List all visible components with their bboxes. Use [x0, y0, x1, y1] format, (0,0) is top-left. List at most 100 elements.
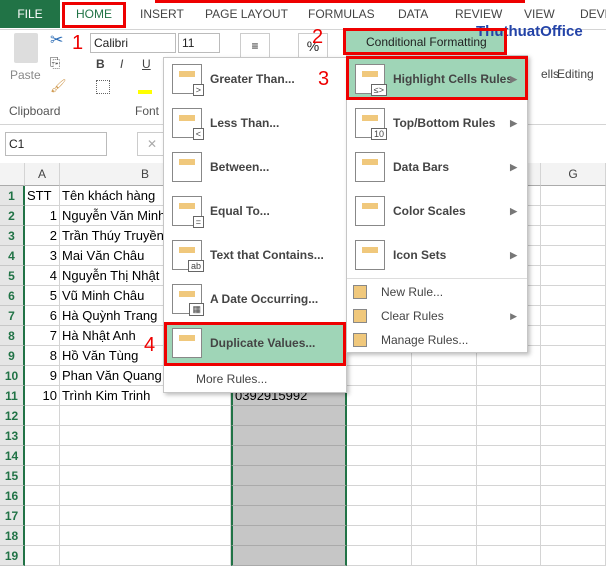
cell-E[interactable]: [412, 426, 477, 446]
menu-item-new-rule[interactable]: New Rule...: [347, 280, 527, 304]
cell-D[interactable]: [347, 466, 412, 486]
cell-G[interactable]: [541, 206, 606, 226]
menu-item-icon-sets[interactable]: Icon Sets ▶: [347, 234, 527, 276]
cell-a[interactable]: [25, 466, 60, 486]
cell-F[interactable]: [477, 426, 541, 446]
tab-formulas[interactable]: FORMULAS: [308, 7, 375, 21]
row-header[interactable]: 5: [0, 266, 25, 286]
row-header[interactable]: 12: [0, 406, 25, 426]
align-icon[interactable]: ≡: [240, 33, 270, 59]
cell-D[interactable]: [347, 386, 412, 406]
cell-E[interactable]: [412, 526, 477, 546]
cell-b[interactable]: [60, 426, 231, 446]
cell-E[interactable]: [412, 466, 477, 486]
menu-item-text-that-contains[interactable]: ab Text that Contains...: [164, 234, 346, 276]
cell-b[interactable]: [60, 406, 231, 426]
cell-a[interactable]: [25, 406, 60, 426]
row-header[interactable]: 8: [0, 326, 25, 346]
underline-button[interactable]: U: [142, 57, 151, 71]
format-painter-icon[interactable]: 🖌: [50, 78, 67, 94]
cell-b[interactable]: [60, 446, 231, 466]
bold-button[interactable]: B: [96, 57, 105, 71]
cell-b[interactable]: [60, 526, 231, 546]
select-all-corner[interactable]: [0, 163, 25, 186]
row-header[interactable]: 10: [0, 366, 25, 386]
cell-E[interactable]: [412, 506, 477, 526]
cell-b[interactable]: [60, 466, 231, 486]
tab-page-layout[interactable]: PAGE LAYOUT: [205, 7, 288, 21]
cell-c[interactable]: [231, 526, 347, 546]
cell-a[interactable]: [25, 426, 60, 446]
menu-item-highlight-cells-rules[interactable]: ≤> Highlight Cells Rules ▶: [347, 58, 527, 100]
cell-D[interactable]: [347, 546, 412, 566]
row-header[interactable]: 15: [0, 466, 25, 486]
cell-b[interactable]: [60, 486, 231, 506]
row-header[interactable]: 13: [0, 426, 25, 446]
column-header-A[interactable]: A: [25, 163, 60, 186]
tab-developer[interactable]: DEVE: [580, 7, 606, 21]
cell-a[interactable]: 9: [25, 366, 60, 386]
cell-F[interactable]: [477, 366, 541, 386]
cut-icon[interactable]: ✂: [50, 30, 63, 50]
cell-b[interactable]: [60, 546, 231, 566]
row-header[interactable]: 11: [0, 386, 25, 406]
cell-E[interactable]: [412, 486, 477, 506]
menu-item-a-date-occurring[interactable]: ▦ A Date Occurring...: [164, 278, 346, 320]
cell-F[interactable]: [477, 486, 541, 506]
borders-icon[interactable]: [96, 80, 110, 94]
menu-item-less-than[interactable]: < Less Than...: [164, 102, 346, 144]
cell-G[interactable]: [541, 246, 606, 266]
cell-D[interactable]: [347, 366, 412, 386]
cell-a[interactable]: [25, 526, 60, 546]
menu-item-clear-rules[interactable]: Clear Rules ▶: [347, 304, 527, 328]
cell-c[interactable]: [231, 426, 347, 446]
cell-E[interactable]: [412, 406, 477, 426]
menu-item-top-bottom-rules[interactable]: 10 Top/Bottom Rules ▶: [347, 102, 527, 144]
tab-home[interactable]: HOME: [76, 7, 112, 21]
cell-a[interactable]: [25, 486, 60, 506]
cell-c[interactable]: [231, 406, 347, 426]
column-header-G[interactable]: G: [541, 163, 606, 186]
cell-a[interactable]: 3: [25, 246, 60, 266]
cell-E[interactable]: [412, 386, 477, 406]
cell-c[interactable]: [231, 446, 347, 466]
row-header[interactable]: 19: [0, 546, 25, 566]
menu-item-color-scales[interactable]: Color Scales ▶: [347, 190, 527, 232]
tab-review[interactable]: REVIEW: [455, 7, 502, 21]
italic-button[interactable]: I: [120, 57, 123, 71]
menu-item-data-bars[interactable]: Data Bars ▶: [347, 146, 527, 188]
cell-c[interactable]: [231, 546, 347, 566]
cell-D[interactable]: [347, 426, 412, 446]
cell-G[interactable]: [541, 286, 606, 306]
tab-insert[interactable]: INSERT: [140, 7, 184, 21]
tab-view[interactable]: VIEW: [524, 7, 555, 21]
cell-E[interactable]: [412, 446, 477, 466]
row-header[interactable]: 1: [0, 186, 25, 206]
cell-F[interactable]: [477, 526, 541, 546]
row-header[interactable]: 9: [0, 346, 25, 366]
row-header[interactable]: 14: [0, 446, 25, 466]
cell-a[interactable]: [25, 446, 60, 466]
paste-icon[interactable]: [14, 33, 38, 63]
cell-G[interactable]: [541, 446, 606, 466]
cell-a[interactable]: STT: [25, 186, 60, 206]
cell-G[interactable]: [541, 226, 606, 246]
menu-item-manage-rules[interactable]: Manage Rules...: [347, 328, 527, 352]
cell-G[interactable]: [541, 366, 606, 386]
row-header[interactable]: 17: [0, 506, 25, 526]
cell-G[interactable]: [541, 526, 606, 546]
more-rules-link[interactable]: More Rules...: [196, 372, 267, 386]
cell-G[interactable]: [541, 386, 606, 406]
cell-a[interactable]: 10: [25, 386, 60, 406]
cell-G[interactable]: [541, 486, 606, 506]
copy-icon[interactable]: ⎘: [50, 55, 60, 71]
cell-a[interactable]: 6: [25, 306, 60, 326]
name-box[interactable]: C1: [5, 132, 107, 156]
cell-a[interactable]: [25, 546, 60, 566]
cell-F[interactable]: [477, 506, 541, 526]
cell-a[interactable]: 1: [25, 206, 60, 226]
cell-D[interactable]: [347, 526, 412, 546]
cell-a[interactable]: 7: [25, 326, 60, 346]
row-header[interactable]: 2: [0, 206, 25, 226]
tab-data[interactable]: DATA: [398, 7, 428, 21]
